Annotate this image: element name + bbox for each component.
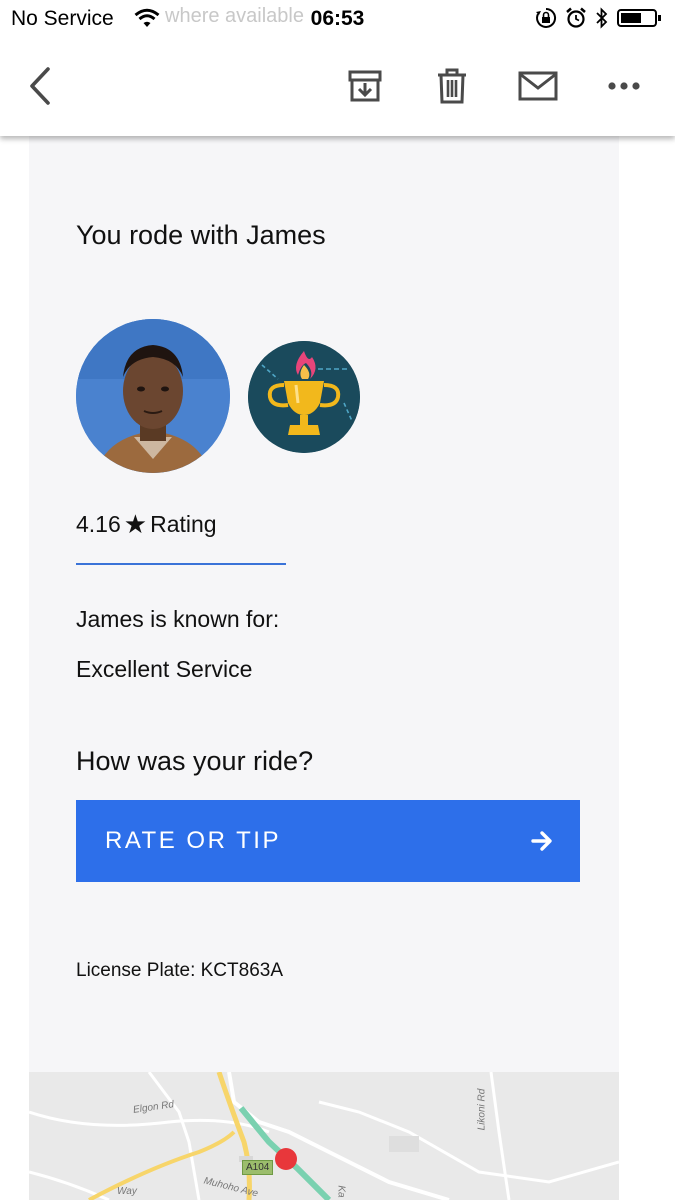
delete-button[interactable]: [430, 64, 474, 108]
archive-button[interactable]: [343, 64, 387, 108]
rate-or-tip-label: RATE OR TIP: [105, 827, 281, 854]
status-ghost-text: where available: [165, 5, 304, 27]
map-pin-icon: [275, 1148, 297, 1170]
back-button[interactable]: [18, 64, 62, 108]
back-icon: [30, 67, 50, 105]
rate-or-tip-button[interactable]: RATE OR TIP: [76, 800, 580, 882]
trophy-badge-icon: [248, 341, 360, 453]
ride-question: How was your ride?: [76, 746, 314, 776]
map-label-a104: A104: [242, 1160, 274, 1175]
alarm-icon: [565, 7, 587, 34]
trash-icon: [438, 68, 466, 104]
license-plate: License Plate: KCT863A: [76, 960, 284, 981]
map-label-way: Way: [117, 1186, 137, 1197]
status-bar: where available No Service 06:53: [0, 0, 675, 38]
mark-unread-button[interactable]: [515, 64, 561, 108]
driver-rating: 4.16 ★ Rating: [76, 509, 217, 540]
trip-map[interactable]: Elgon Rd Likoni Rd A104 Muhoho Ave Way K…: [29, 1072, 619, 1200]
known-for-label: James is known for:: [76, 606, 280, 632]
orientation-lock-icon: [535, 7, 557, 34]
email-card: You rode with James 4.16 ★ Rating James …: [29, 136, 619, 1072]
divider: [76, 563, 286, 565]
bluetooth-icon: [595, 7, 609, 34]
rating-value: 4.16: [76, 511, 121, 537]
map-label-ka: Ka: [335, 1185, 347, 1198]
driver-avatar: [76, 319, 230, 473]
more-icon: [608, 82, 640, 90]
arrow-right-icon: [530, 829, 554, 858]
mail-toolbar: [0, 38, 675, 136]
map-label-likoni: Likoni Rd: [476, 1088, 488, 1131]
known-for-value: Excellent Service: [76, 656, 253, 682]
mail-icon: [518, 71, 558, 101]
wifi-icon: [134, 8, 160, 35]
rating-label: Rating: [150, 511, 217, 537]
star-icon: ★: [123, 509, 148, 539]
battery-icon: [617, 7, 663, 34]
more-options-button[interactable]: [602, 64, 646, 108]
email-title: You rode with James: [76, 220, 326, 250]
carrier-label: No Service: [11, 7, 114, 30]
archive-icon: [348, 70, 382, 102]
